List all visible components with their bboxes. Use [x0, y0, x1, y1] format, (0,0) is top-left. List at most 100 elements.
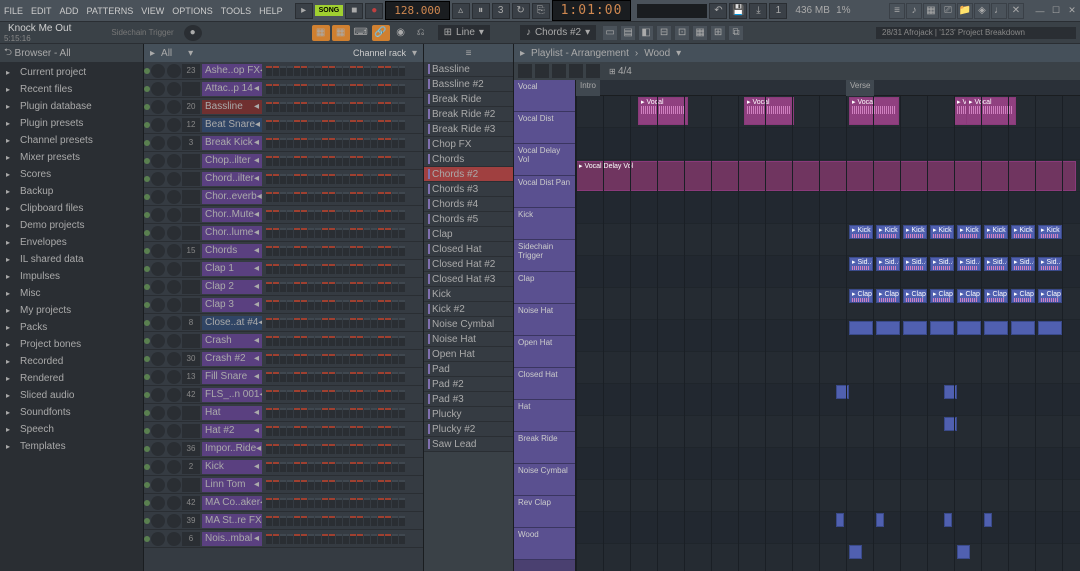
track-header[interactable]: Break Ride: [514, 432, 575, 464]
channel-row[interactable]: 2Kick◂: [144, 458, 423, 476]
channel-name-button[interactable]: Chor..Mute◂: [202, 208, 262, 222]
channel-route[interactable]: 2: [182, 460, 200, 474]
overdub-button[interactable]: ↻: [512, 3, 530, 19]
track-header[interactable]: Vocal Dist Pan: [514, 176, 575, 208]
channel-mute-led[interactable]: [144, 248, 150, 254]
step-sequencer[interactable]: [264, 462, 423, 472]
playlist-clip[interactable]: [944, 417, 957, 431]
channel-pan-knob[interactable]: [151, 64, 165, 78]
playlist-clip[interactable]: [957, 321, 981, 335]
pl-select-tool[interactable]: [569, 64, 583, 78]
browser-icon[interactable]: 📁: [957, 3, 973, 19]
channel-pan-knob[interactable]: [151, 514, 165, 528]
browser-item[interactable]: ▸Envelopes: [0, 234, 143, 251]
tool-7[interactable]: ⊞: [710, 25, 726, 41]
track-header[interactable]: Kick: [514, 208, 575, 240]
channel-route[interactable]: [182, 406, 200, 420]
channel-row[interactable]: 3Break Kick◂: [144, 134, 423, 152]
browser-item[interactable]: ▸Sliced audio: [0, 387, 143, 404]
track-lane[interactable]: ▸ Clap▸ Clap▸ Clap▸ Clap▸ Clap▸ Clap▸ Cl…: [576, 288, 1080, 320]
tool-5[interactable]: ⊡: [674, 25, 690, 41]
channel-row[interactable]: 8Close..at #4◂: [144, 314, 423, 332]
channel-name-button[interactable]: Break Kick◂: [202, 136, 262, 150]
playlist-clip[interactable]: ▸ Clap: [957, 289, 981, 303]
channel-vol-knob[interactable]: [167, 244, 181, 258]
channel-mute-led[interactable]: [144, 356, 150, 362]
channel-row[interactable]: 36Impor..Ride◂: [144, 440, 423, 458]
channel-name-button[interactable]: Impor..Ride◂: [202, 442, 262, 456]
wait-button[interactable]: ⏸: [472, 3, 490, 19]
channel-name-button[interactable]: Linn Tom◂: [202, 478, 262, 492]
cr-menu-icon[interactable]: ▸: [150, 48, 155, 59]
browser-item[interactable]: ▸Backup: [0, 183, 143, 200]
channel-route[interactable]: 8: [182, 316, 200, 330]
channel-name-button[interactable]: Hat◂: [202, 406, 262, 420]
browser-item[interactable]: ▸My projects: [0, 302, 143, 319]
channel-mute-led[interactable]: [144, 230, 150, 236]
channel-vol-knob[interactable]: [167, 352, 181, 366]
channel-name-button[interactable]: Chop..ilter◂: [202, 154, 262, 168]
playlist-clip[interactable]: ▸ Sid..er: [849, 257, 873, 271]
channel-vol-knob[interactable]: [167, 514, 181, 528]
track-header[interactable]: Rev Clap: [514, 496, 575, 528]
channel-row[interactable]: Chor..lume◂: [144, 224, 423, 242]
pattern-item[interactable]: Closed Hat #2: [424, 257, 513, 272]
channel-name-button[interactable]: Crash #2◂: [202, 352, 262, 366]
browser-item[interactable]: ▸Recent files: [0, 81, 143, 98]
channel-pan-knob[interactable]: [151, 388, 165, 402]
close-button[interactable]: ✕: [1064, 4, 1080, 18]
channel-row[interactable]: 6Nois..mbal◂: [144, 530, 423, 548]
channel-vol-knob[interactable]: [167, 172, 181, 186]
menu-tools[interactable]: TOOLS: [217, 2, 255, 20]
playlist-clip[interactable]: ▸ Clap: [903, 289, 927, 303]
playlist-clip[interactable]: [944, 513, 952, 527]
channel-vol-knob[interactable]: [167, 208, 181, 222]
channel-mute-led[interactable]: [144, 500, 150, 506]
channel-mute-led[interactable]: [144, 410, 150, 416]
channel-vol-knob[interactable]: [167, 262, 181, 276]
live-icon[interactable]: ◉: [392, 25, 410, 41]
playlist-clip[interactable]: ▸ Kick: [903, 225, 927, 239]
playlist-clip[interactable]: ▸ Sid..er: [1038, 257, 1062, 271]
channel-row[interactable]: 42MA Co..aker◂: [144, 494, 423, 512]
channel-name-button[interactable]: Close..at #4◂: [202, 316, 262, 330]
tool-3[interactable]: ◧: [638, 25, 654, 41]
track-header[interactable]: Sidechain Trigger: [514, 240, 575, 272]
channel-row[interactable]: Crash◂: [144, 332, 423, 350]
channel-route[interactable]: 39: [182, 514, 200, 528]
channel-route[interactable]: [182, 424, 200, 438]
track-lane[interactable]: [576, 320, 1080, 352]
pl-paint-tool[interactable]: [535, 64, 549, 78]
pattern-item[interactable]: Chords #2: [424, 167, 513, 182]
channel-pan-knob[interactable]: [151, 460, 165, 474]
channel-route[interactable]: [182, 280, 200, 294]
channel-vol-knob[interactable]: [167, 136, 181, 150]
channel-pan-knob[interactable]: [151, 442, 165, 456]
playlist-clip[interactable]: ▸ Kick: [849, 225, 873, 239]
channel-route[interactable]: [182, 208, 200, 222]
channel-pan-knob[interactable]: [151, 496, 165, 510]
channel-mute-led[interactable]: [144, 428, 150, 434]
channel-route[interactable]: 12: [182, 118, 200, 132]
channel-mute-led[interactable]: [144, 104, 150, 110]
pattern-item[interactable]: Bassline #2: [424, 77, 513, 92]
channel-route[interactable]: 6: [182, 532, 200, 546]
track-lane[interactable]: ▸ Sid..er▸ Sid..er▸ Sid..er▸ Sid..er▸ Si…: [576, 256, 1080, 288]
pattern-item[interactable]: Break Ride #2: [424, 107, 513, 122]
playlist-clip[interactable]: ▸ Kick: [876, 225, 900, 239]
channel-route[interactable]: 3: [182, 136, 200, 150]
channel-vol-knob[interactable]: [167, 370, 181, 384]
link-icon[interactable]: 🔗: [372, 25, 390, 41]
cr-options-icon[interactable]: ▾: [412, 48, 417, 59]
track-lane[interactable]: ▸ Vocal Delay Vol: [576, 160, 1080, 192]
browser-item[interactable]: ▸Current project: [0, 64, 143, 81]
channel-pan-knob[interactable]: [151, 172, 165, 186]
render-button[interactable]: ⤓: [749, 3, 767, 19]
pl-draw-tool[interactable]: [518, 64, 532, 78]
tempo-icon[interactable]: ♩: [991, 3, 1007, 19]
channel-pan-knob[interactable]: [151, 352, 165, 366]
channel-pan-knob[interactable]: [151, 478, 165, 492]
pattern-item[interactable]: Pad #2: [424, 377, 513, 392]
channel-route[interactable]: [182, 262, 200, 276]
step-sequencer[interactable]: [264, 498, 423, 508]
